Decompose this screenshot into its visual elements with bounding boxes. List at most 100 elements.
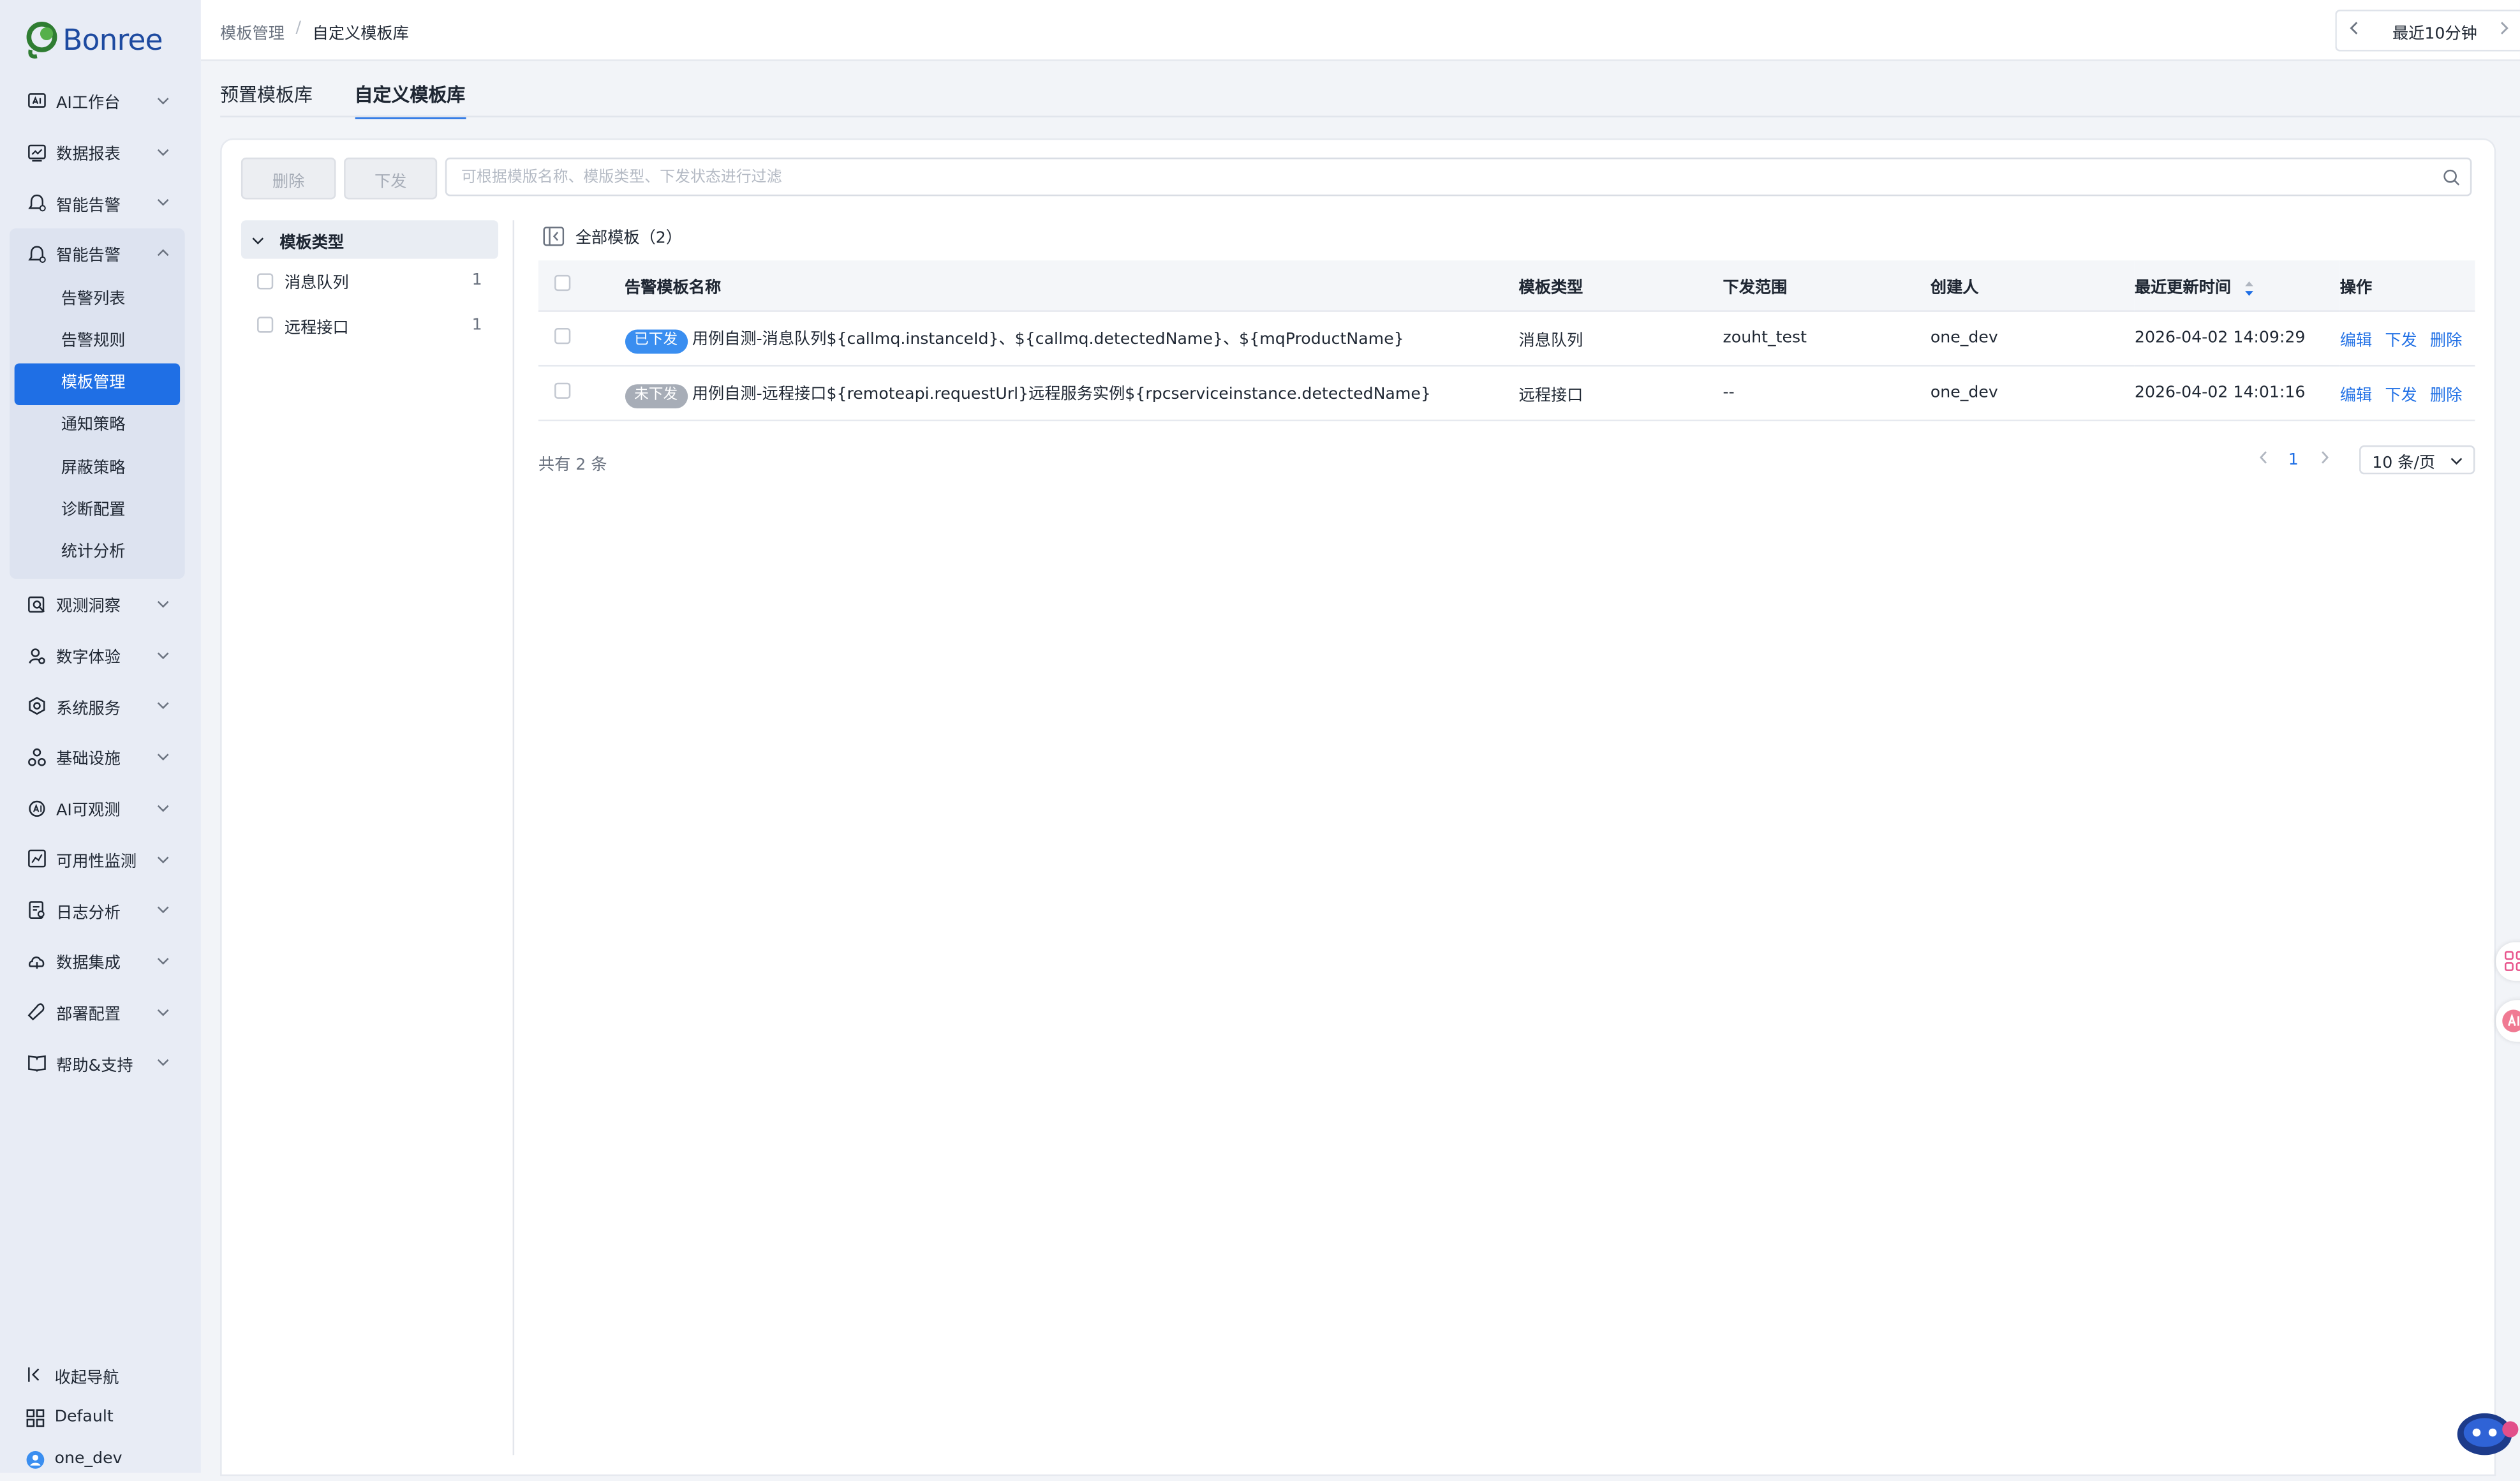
search-input[interactable] <box>457 166 2432 188</box>
bonree-logo-icon <box>26 22 57 59</box>
sidebar-subitem-diagnosis-config[interactable]: 诊断配置 <box>15 490 180 532</box>
sidebar-subitem-alert-rules[interactable]: 告警规则 <box>15 322 180 364</box>
actions-cell: 编辑 下发 删除 <box>2339 366 2475 422</box>
dispatch-scope-cell: zouht_test <box>1723 311 1931 367</box>
sidebar-item-label: 日志分析 <box>56 904 121 923</box>
chevron-down-icon <box>157 601 169 608</box>
row-checkbox[interactable] <box>554 382 571 399</box>
filter-checkbox[interactable] <box>257 272 274 289</box>
sidebar-item-insight[interactable]: 观测洞察 <box>0 579 201 630</box>
sidebar-item-availability[interactable]: 可用性监测 <box>0 833 201 884</box>
column-header-updated[interactable]: 最近更新时间 <box>2134 260 2340 312</box>
chevron-down-icon <box>157 754 169 761</box>
sidebar-subitem-mute-policy[interactable]: 屏蔽策略 <box>15 448 180 490</box>
time-range-picker[interactable]: 最近10分钟 <box>2335 10 2520 52</box>
edit-link[interactable]: 编辑 <box>2340 387 2372 405</box>
updated-time-cell: 2026-04-02 14:09:29 <box>2134 311 2340 367</box>
sidebar-subitem-template-management[interactable]: 模板管理 <box>14 363 181 406</box>
workspace-switcher[interactable]: Default <box>0 1396 201 1438</box>
alert-icon <box>26 193 47 214</box>
dispatch-link[interactable]: 下发 <box>2385 333 2417 351</box>
sidebar-item-label: 数据报表 <box>56 146 121 165</box>
filter-option-remote-api[interactable]: 远程接口 1 <box>241 303 498 347</box>
sidebar-item-data-integration[interactable]: 数据集成 <box>0 935 201 986</box>
total-count: 共有 2 条 <box>538 456 607 475</box>
template-name-cell: 未下发 用例自测-远程接口${remoteapi.requestUrl}远程服务实… <box>624 366 1519 422</box>
delete-link[interactable]: 删除 <box>2430 387 2462 405</box>
sidebar-item-label: 数据集成 <box>56 955 121 973</box>
sidebar-item-label: 智能告警 <box>56 248 121 266</box>
template-table: 告警模板名称 模板类型 下发范围 创建人 最近更新时间 操作 已下发 用例自测-消… <box>538 260 2475 422</box>
filter-group-header[interactable]: 模板类型 <box>241 220 498 259</box>
sidebar-item-label: 观测洞察 <box>56 599 121 617</box>
template-type-cell: 远程接口 <box>1518 366 1723 422</box>
time-next-icon[interactable] <box>2498 21 2520 40</box>
sidebar-item-system-service[interactable]: 系统服务 <box>0 681 201 732</box>
column-header-actions: 操作 <box>2339 260 2475 312</box>
chevron-down-icon <box>157 805 169 812</box>
sidebar-item-smart-alert-expanded[interactable]: 智能告警 <box>10 228 185 279</box>
search-box <box>445 157 2472 197</box>
template-type-filter: 模板类型 消息队列 1 远程接口 1 <box>241 220 498 347</box>
dispatch-link[interactable]: 下发 <box>2385 387 2417 405</box>
chevron-down-icon <box>2450 458 2463 465</box>
collapse-nav-button[interactable]: 收起导航 <box>0 1354 201 1396</box>
sidebar-subitem-notify-policy[interactable]: 通知策略 <box>15 406 180 448</box>
collapse-nav-label: 收起导航 <box>54 1369 119 1387</box>
sidebar-item-label: 部署配置 <box>56 1006 121 1024</box>
template-type-cell: 消息队列 <box>1518 311 1723 367</box>
sidebar-footer: 收起导航 Default one_dev <box>0 1354 201 1481</box>
sidebar-item-smart-alert[interactable]: 智能告警 <box>0 177 201 228</box>
sidebar-item-label: 帮助&支持 <box>56 1057 133 1075</box>
template-panel: 删除 下发 模板类型 消息队列 1 远程接口 1 <box>220 138 2496 1477</box>
select-all-cell <box>538 260 625 312</box>
grid-icon <box>24 1407 45 1428</box>
prev-page-icon[interactable] <box>2247 450 2279 470</box>
sidebar-item-ai-observe[interactable]: AI可观测 <box>0 783 201 834</box>
next-page-icon[interactable] <box>2308 450 2339 470</box>
sidebar-item-deploy-config[interactable]: 部署配置 <box>0 986 201 1038</box>
filter-option-message-queue[interactable]: 消息队列 1 <box>241 259 498 303</box>
sidebar-item-infrastructure[interactable]: 基础设施 <box>0 732 201 783</box>
collapse-filter-icon[interactable] <box>543 226 565 246</box>
dispatch-button[interactable]: 下发 <box>344 157 438 200</box>
select-all-checkbox[interactable] <box>554 274 571 292</box>
sidebar-item-log-analysis[interactable]: 日志分析 <box>0 884 201 935</box>
search-icon[interactable] <box>2431 168 2470 186</box>
time-prev-icon[interactable] <box>2337 21 2372 40</box>
sidebar-item-label: AI工作台 <box>56 95 121 114</box>
breadcrumb-item-template-management[interactable]: 模板管理 <box>220 19 285 43</box>
sidebar-item-help-support[interactable]: 帮助&支持 <box>0 1038 201 1089</box>
filter-checkbox[interactable] <box>257 317 274 334</box>
chevron-down-icon <box>157 149 169 156</box>
edit-link[interactable]: 编辑 <box>2340 333 2372 351</box>
sidebar-subitem-alert-list[interactable]: 告警列表 <box>15 279 180 322</box>
sidebar-item-ai-workbench[interactable]: AI工作台 <box>0 75 201 126</box>
actions-cell: 编辑 下发 删除 <box>2339 311 2475 367</box>
system-service-icon <box>26 696 47 717</box>
delete-link[interactable]: 删除 <box>2430 333 2462 351</box>
delete-button[interactable]: 删除 <box>241 157 336 200</box>
template-tabs: 预置模板库 自定义模板库 <box>220 82 507 119</box>
floating-apps-button[interactable] <box>2496 942 2520 981</box>
sidebar-item-label: AI可观测 <box>56 802 121 821</box>
logo[interactable]: Bonree <box>24 19 163 61</box>
sidebar-item-digital-experience[interactable]: 数字体验 <box>0 630 201 681</box>
page-number[interactable]: 1 <box>2279 451 2308 469</box>
logo-text: Bonree <box>63 23 163 57</box>
sidebar: Bonree AI工作台 数据报表 智能告警 智能告警 告警列表 告警规则 模板… <box>0 0 201 1473</box>
page-size-select[interactable]: 10 条/页 <box>2359 445 2475 475</box>
sort-icon[interactable] <box>2243 279 2255 297</box>
user-menu[interactable]: one_dev <box>0 1439 201 1481</box>
filter-option-count: 1 <box>471 316 482 334</box>
floating-assistant-button[interactable] <box>2496 1000 2520 1042</box>
sidebar-item-data-report[interactable]: 数据报表 <box>0 126 201 177</box>
row-checkbox[interactable] <box>554 328 571 345</box>
tab-custom-templates[interactable]: 自定义模板库 <box>354 82 466 119</box>
availability-icon <box>26 849 47 870</box>
ai-robot-assistant[interactable] <box>2452 1402 2520 1460</box>
sidebar-subitem-statistics[interactable]: 统计分析 <box>15 532 180 574</box>
tab-preset-templates[interactable]: 预置模板库 <box>220 82 313 119</box>
table-footer: 共有 2 条 1 10 条/页 <box>538 445 2475 477</box>
report-icon <box>26 142 47 163</box>
